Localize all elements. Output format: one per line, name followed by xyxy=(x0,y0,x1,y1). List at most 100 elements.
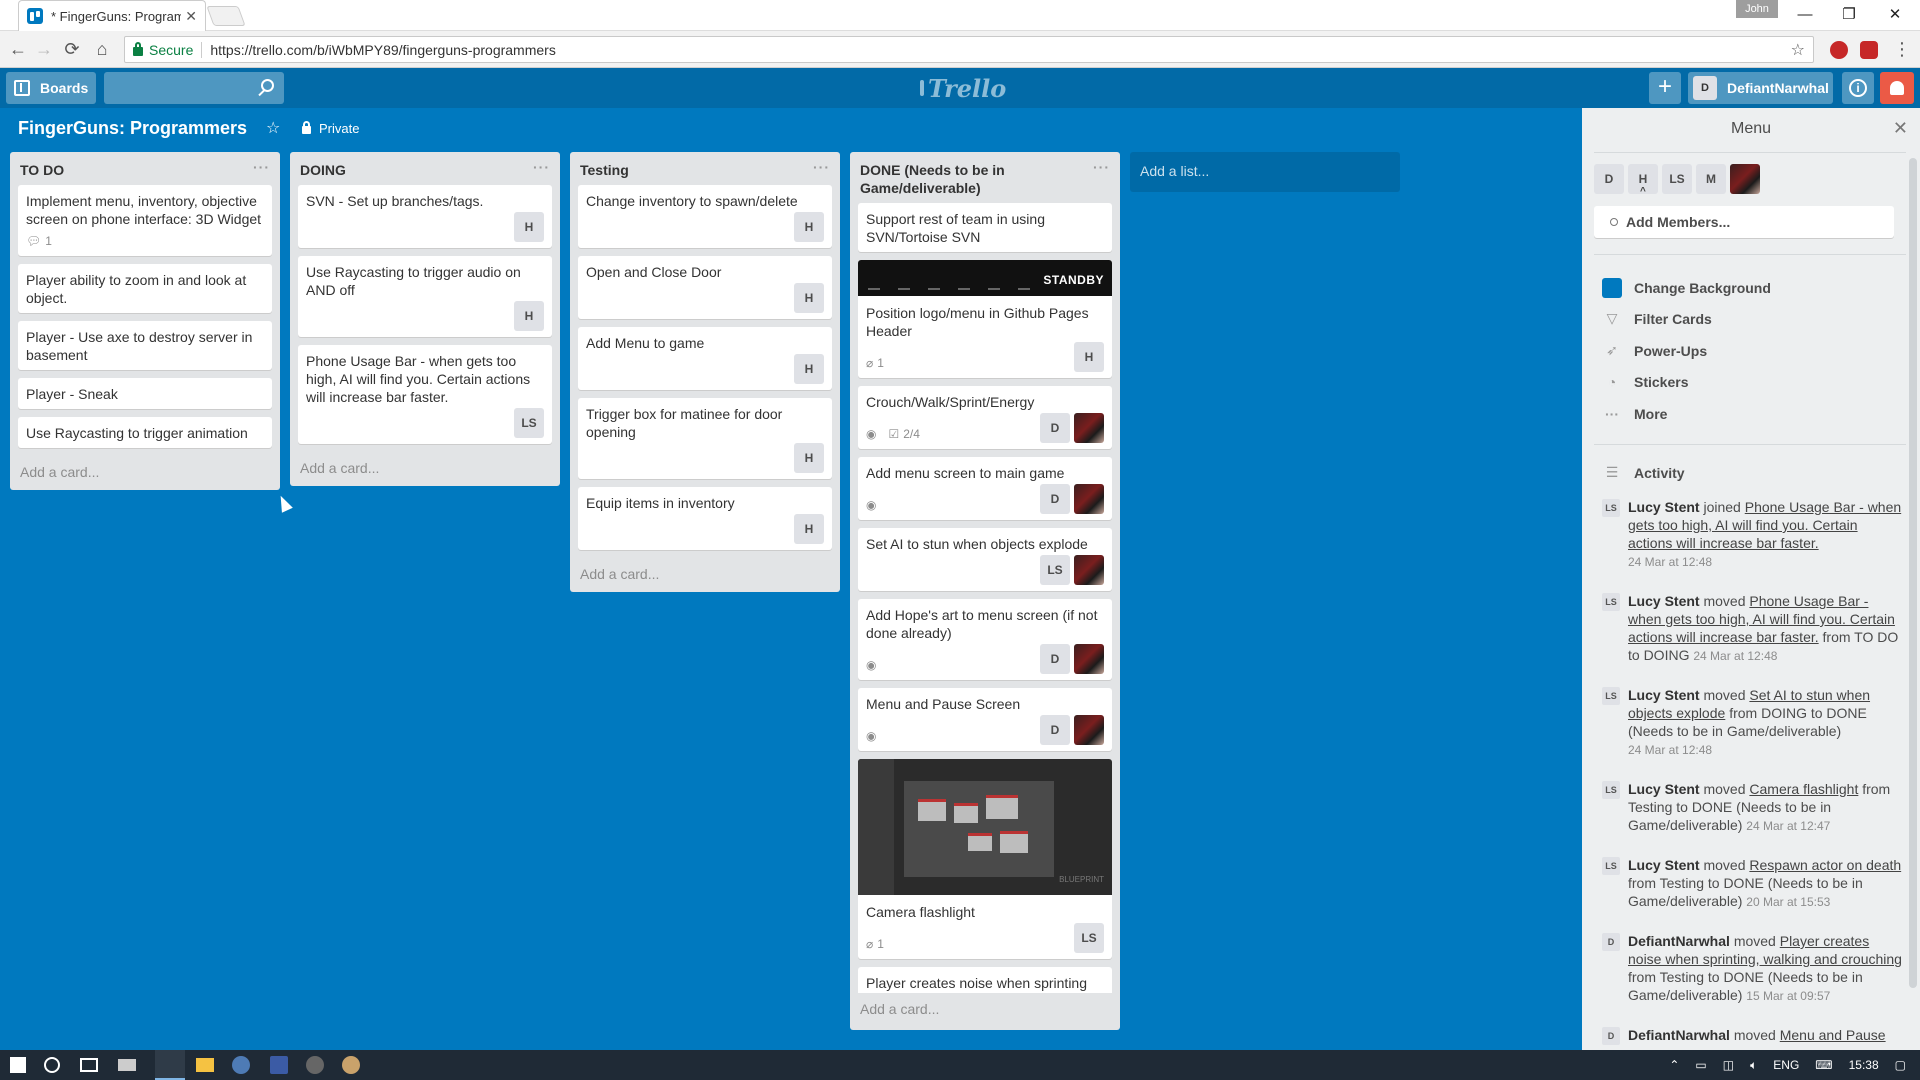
card[interactable]: Player ability to zoom in and look at ob… xyxy=(18,264,272,313)
card[interactable]: Use Raycasting to trigger audio on AND o… xyxy=(298,256,552,337)
list-title[interactable]: DONE (Needs to be in Game/deliverable) xyxy=(860,162,1005,196)
card[interactable]: Menu and Pause Screen ◉ D xyxy=(858,688,1112,751)
search-input[interactable] xyxy=(104,72,284,104)
volume-icon[interactable]: 🔈︎ xyxy=(1750,1058,1757,1073)
card[interactable]: Support rest of team in using SVN/Tortoi… xyxy=(858,203,1112,252)
bookmark-star-icon[interactable]: ☆ xyxy=(1791,40,1805,60)
member-avatar[interactable]: LS xyxy=(1040,555,1070,585)
activity-user[interactable]: Lucy Stent xyxy=(1628,781,1700,797)
visibility-button[interactable]: Private xyxy=(302,120,359,136)
activity-card-link[interactable]: Menu and Pause xyxy=(1780,1027,1886,1043)
member-avatar[interactable]: LS xyxy=(1074,923,1104,953)
card[interactable]: Player creates noise when sprinting xyxy=(858,967,1112,993)
card[interactable]: SVN - Set up branches/tags. H xyxy=(298,185,552,248)
window-close-icon[interactable]: ✕ xyxy=(1872,0,1918,28)
create-button[interactable]: + xyxy=(1649,72,1681,104)
card[interactable]: BLUEPRINT Camera flashlight ⌀ 1 LS xyxy=(858,759,1112,959)
member-avatar[interactable]: D xyxy=(1594,164,1624,194)
board-title[interactable]: FingerGuns: Programmers xyxy=(18,118,247,139)
cortana-search-icon[interactable] xyxy=(44,1057,60,1073)
tab-close-icon[interactable]: ✕ xyxy=(185,8,197,25)
chrome-taskbar-icon[interactable] xyxy=(155,1050,185,1080)
list-menu-icon[interactable]: ··· xyxy=(813,158,830,176)
activity-time[interactable]: 24 Mar at 12:47 xyxy=(1746,819,1830,833)
list-header[interactable]: DOING ··· xyxy=(290,152,560,185)
browser-tab[interactable]: * FingerGuns: Programm ✕ xyxy=(18,0,206,31)
member-avatar[interactable]: H xyxy=(794,514,824,544)
new-tab-button[interactable] xyxy=(206,6,246,26)
close-icon[interactable]: ✕ xyxy=(1893,118,1908,139)
member-avatar[interactable]: D xyxy=(1040,413,1070,443)
boards-button[interactable]: Boards xyxy=(6,72,96,104)
avatar[interactable]: D xyxy=(1602,1027,1620,1045)
card[interactable]: Use Raycasting to trigger animation xyxy=(18,417,272,448)
card[interactable]: Add Menu to game H xyxy=(578,327,832,390)
member-avatar-photo[interactable] xyxy=(1074,644,1104,674)
member-avatar-photo[interactable] xyxy=(1074,555,1104,585)
notification-center-icon[interactable]: ▢ xyxy=(1895,1058,1906,1072)
avatar[interactable]: LS xyxy=(1602,781,1620,799)
more-item[interactable]: ··· More xyxy=(1602,406,1667,422)
unreal-engine-icon[interactable] xyxy=(306,1056,324,1074)
card[interactable]: Equip items in inventory H xyxy=(578,487,832,550)
activity-time[interactable]: 20 Mar at 15:53 xyxy=(1746,895,1830,909)
keyboard-icon[interactable]: ⌨ xyxy=(1815,1058,1832,1072)
power-ups-item[interactable]: ➶ Power-Ups xyxy=(1602,342,1707,359)
activity-time[interactable]: 15 Mar at 09:57 xyxy=(1746,989,1830,1003)
member-avatar[interactable]: D xyxy=(1040,484,1070,514)
card[interactable]: Player - Sneak xyxy=(18,378,272,409)
activity-user[interactable]: Lucy Stent xyxy=(1628,857,1700,873)
chevron-up-icon[interactable]: ⌃ xyxy=(1669,1058,1679,1072)
notifications-button[interactable] xyxy=(1880,72,1914,104)
add-card-button[interactable]: Add a card... xyxy=(850,993,1120,1027)
list-menu-icon[interactable]: ··· xyxy=(533,158,550,176)
member-avatar[interactable]: LS xyxy=(514,408,544,438)
activity-user[interactable]: Lucy Stent xyxy=(1628,593,1700,609)
activity-user[interactable]: Lucy Stent xyxy=(1628,499,1700,515)
member-avatar[interactable]: H xyxy=(794,212,824,242)
avatar[interactable]: LS xyxy=(1602,687,1620,705)
card[interactable]: Add Hope's art to menu screen (if not do… xyxy=(858,599,1112,680)
steam-icon[interactable] xyxy=(232,1056,250,1074)
member-avatar-photo[interactable] xyxy=(1074,484,1104,514)
extension-icon[interactable] xyxy=(1830,41,1848,59)
mail-icon[interactable] xyxy=(118,1059,136,1071)
avatar[interactable]: D xyxy=(1602,933,1620,951)
chrome-menu-icon[interactable]: ⋮ xyxy=(1890,37,1914,61)
windows-start-icon[interactable] xyxy=(10,1057,26,1073)
card[interactable]: Phone Usage Bar - when gets too high, AI… xyxy=(298,345,552,444)
forward-icon[interactable]: → xyxy=(32,37,56,61)
reload-icon[interactable]: ⟳ xyxy=(60,37,84,61)
activity-user[interactable]: DefiantNarwhal xyxy=(1628,1027,1730,1043)
card[interactable]: Player - Use axe to destroy server in ba… xyxy=(18,321,272,370)
adblock-icon[interactable] xyxy=(1860,41,1878,59)
language-indicator[interactable]: ENG xyxy=(1773,1058,1799,1072)
app-icon[interactable] xyxy=(270,1056,288,1074)
add-card-button[interactable]: Add a card... xyxy=(290,452,560,486)
member-avatar[interactable]: D xyxy=(1040,715,1070,745)
list-menu-icon[interactable]: ··· xyxy=(1093,158,1110,176)
add-list-button[interactable]: Add a list... xyxy=(1130,152,1400,192)
list-header[interactable]: TO DO ··· xyxy=(10,152,280,185)
list-title[interactable]: TO DO xyxy=(20,162,64,178)
member-avatar[interactable]: H xyxy=(514,301,544,331)
add-card-button[interactable]: Add a card... xyxy=(10,456,280,490)
member-avatar[interactable]: H xyxy=(794,354,824,384)
list-header[interactable]: DONE (Needs to be in Game/deliverable) ·… xyxy=(850,152,1120,203)
app-icon[interactable] xyxy=(342,1056,360,1074)
member-avatar-photo[interactable] xyxy=(1074,413,1104,443)
home-icon[interactable]: ⌂ xyxy=(90,37,114,61)
filter-cards-item[interactable]: ▽ Filter Cards xyxy=(1602,310,1712,327)
activity-time[interactable]: 24 Mar at 12:48 xyxy=(1628,743,1712,757)
list-title[interactable]: DOING xyxy=(300,162,346,178)
card[interactable]: Change inventory to spawn/delete H xyxy=(578,185,832,248)
change-background-item[interactable]: Change Background xyxy=(1602,278,1771,298)
avatar[interactable]: LS xyxy=(1602,593,1620,611)
activity-card-link[interactable]: Camera flashlight xyxy=(1749,781,1858,797)
info-button[interactable]: i xyxy=(1842,72,1874,104)
list-header[interactable]: Testing ··· xyxy=(570,152,840,185)
stickers-item[interactable]: ◔ Stickers xyxy=(1602,374,1689,390)
activity-card-link[interactable]: Respawn actor on death xyxy=(1749,857,1901,873)
back-icon[interactable]: ← xyxy=(6,37,30,61)
card[interactable]: Add menu screen to main game ◉ D xyxy=(858,457,1112,520)
